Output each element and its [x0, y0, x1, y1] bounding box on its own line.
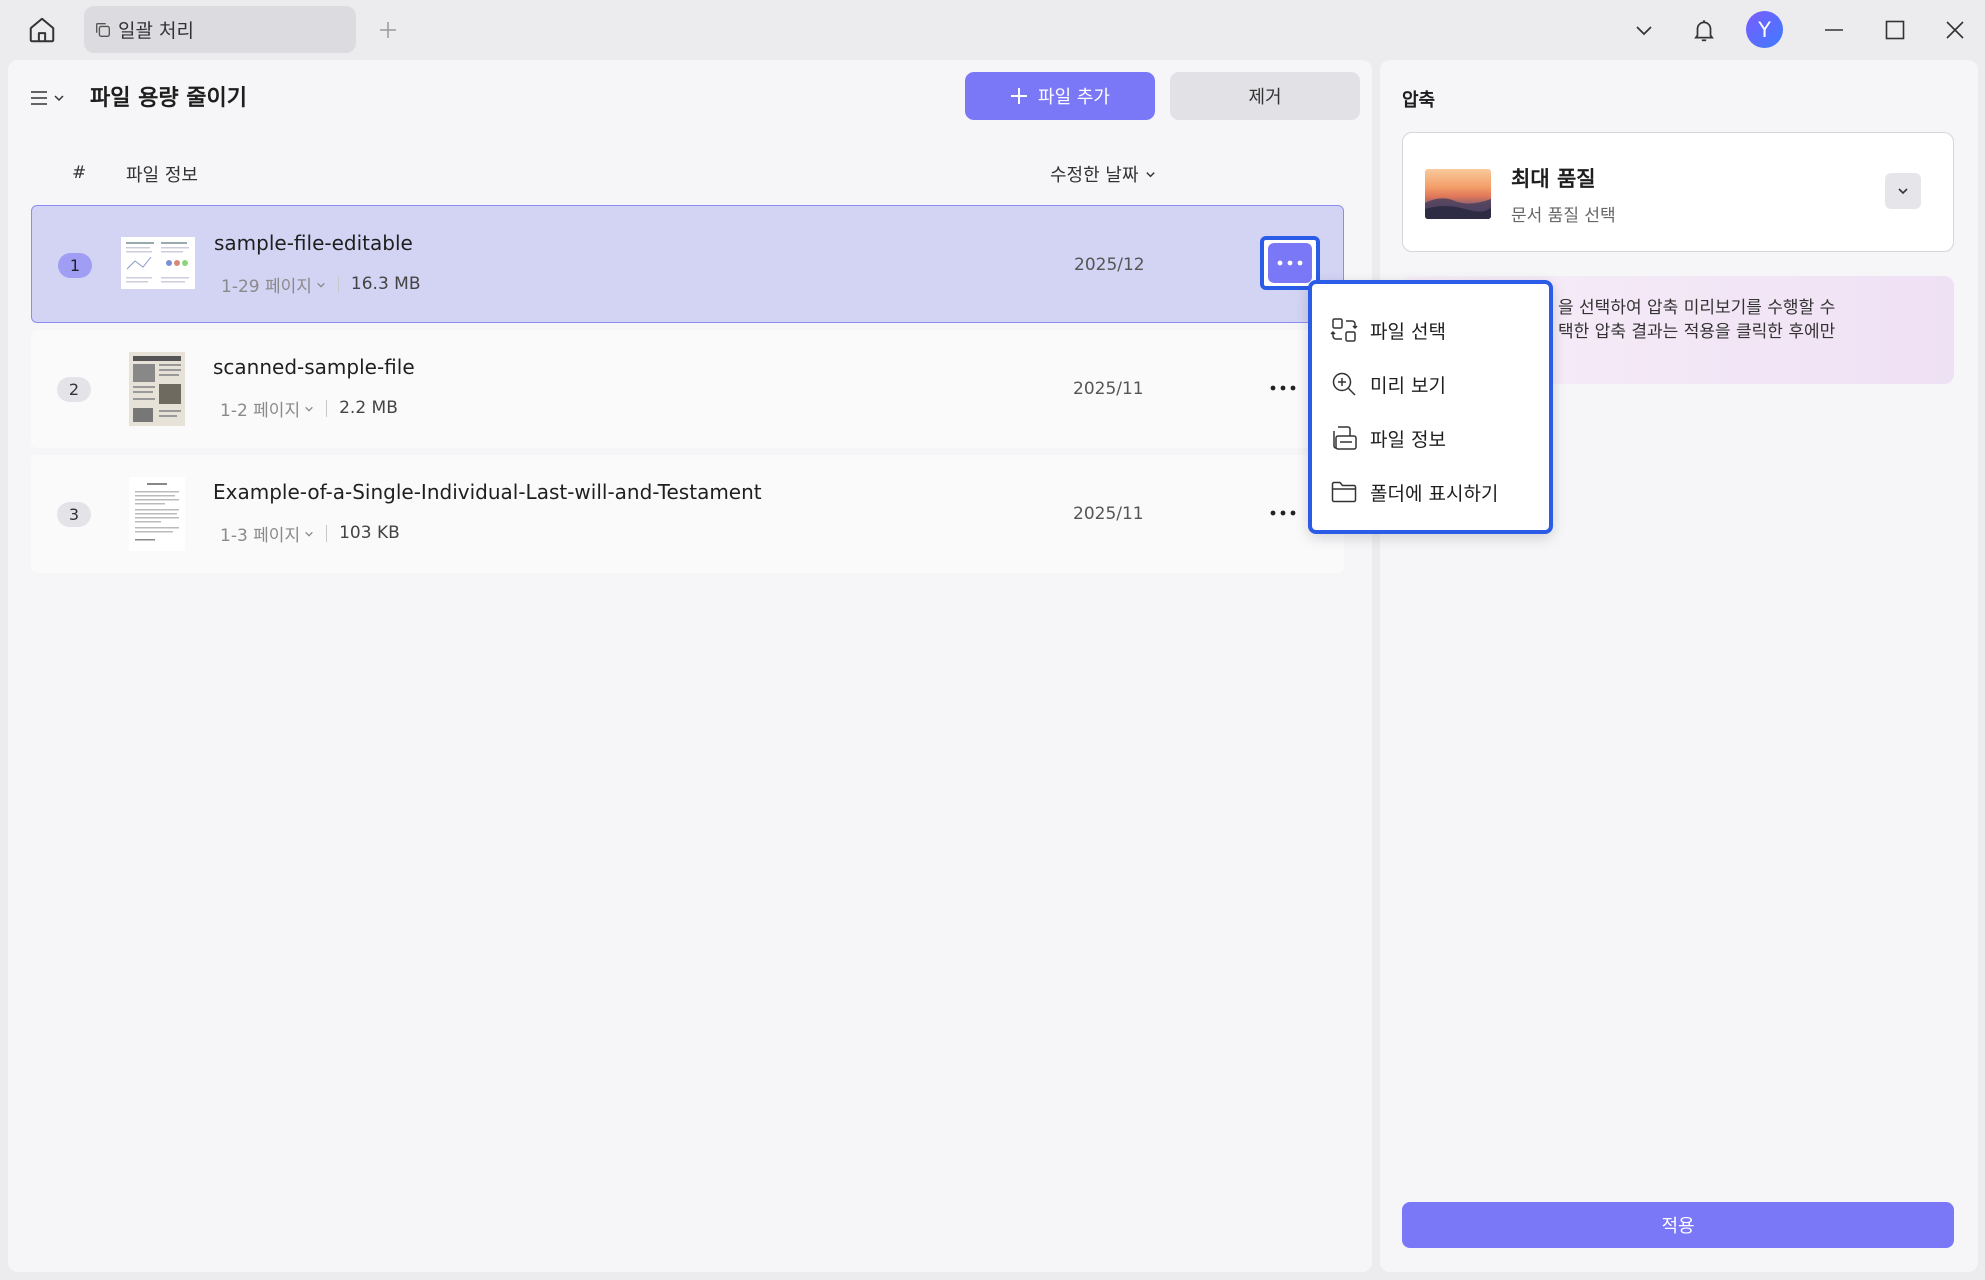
remove-button[interactable]: 제거: [1170, 72, 1360, 120]
file-meta: 1-2 페이지 2.2 MB: [220, 396, 398, 422]
tab-label: 일괄 처리: [118, 20, 194, 42]
more-options-button[interactable]: [1268, 501, 1298, 525]
plus-icon: [1011, 88, 1028, 104]
file-size: 16.3 MB: [337, 276, 421, 293]
menu-item-label: 폴더에 표시하기: [1370, 482, 1499, 505]
chevron-down-icon: [1145, 171, 1155, 177]
menu-item-select-file[interactable]: 파일 선택: [1330, 310, 1446, 350]
context-menu: 파일 선택 미리 보기 파일 정보 폴더에 표시하기: [1308, 280, 1553, 534]
page-range-selector[interactable]: 1-2 페이지: [220, 396, 314, 421]
table-row[interactable]: 3 Example-of-a-Single-Individual-Last-wi…: [31, 455, 1344, 573]
file-date: 2025/11: [1073, 379, 1144, 399]
row-number: 3: [57, 502, 91, 527]
file-meta: 1-29 페이지 16.3 MB: [221, 272, 421, 298]
add-file-button[interactable]: 파일 추가: [965, 72, 1155, 120]
file-info-icon: [1333, 426, 1357, 450]
file-meta: 1-3 페이지 103 KB: [220, 521, 400, 547]
copy-icon: [94, 21, 112, 39]
file-date: 2025/11: [1073, 504, 1144, 524]
compress-settings-panel: 압축 최대 품질 문서 품질 선택 을 선택하여 압축 미리보기를 수행할 수 …: [1380, 60, 1978, 1272]
file-size: 103 KB: [326, 525, 400, 542]
column-header-label: 수정한 날짜: [1050, 165, 1139, 186]
page-range-selector[interactable]: 1-3 페이지: [220, 521, 314, 546]
home-button[interactable]: [24, 12, 60, 48]
menu-item-label: 파일 선택: [1370, 320, 1446, 343]
chevron-down-icon: [1898, 188, 1908, 195]
menu-item-label: 미리 보기: [1370, 374, 1446, 397]
tabs-dropdown-button[interactable]: [1626, 12, 1662, 48]
quality-subtitle: 문서 품질 선택: [1511, 206, 1616, 226]
column-header-number: #: [72, 163, 87, 183]
minimize-icon: [1825, 29, 1843, 31]
quality-thumbnail: [1425, 169, 1491, 219]
menu-item-preview[interactable]: 미리 보기: [1330, 364, 1446, 404]
quality-dropdown-button[interactable]: [1885, 173, 1921, 209]
more-options-button[interactable]: [1268, 376, 1298, 400]
panel-title: 압축: [1402, 90, 1436, 111]
close-icon: [1946, 21, 1964, 39]
tab-batch-process[interactable]: 일괄 처리: [84, 6, 356, 53]
quality-selector[interactable]: 최대 품질 문서 품질 선택: [1402, 132, 1954, 252]
more-options-highlight: [1268, 243, 1312, 283]
chevron-down-icon: [305, 531, 313, 537]
hamburger-icon: [31, 91, 47, 105]
bell-icon: [1694, 20, 1714, 42]
maximize-icon: [1885, 20, 1905, 40]
more-icon: [1270, 510, 1296, 516]
file-thumbnail: [121, 237, 195, 289]
maximize-button[interactable]: [1877, 12, 1913, 48]
title-bar: 일괄 처리 Y: [0, 0, 1985, 60]
page-range: 1-3 페이지: [220, 526, 301, 546]
add-file-label: 파일 추가: [1038, 87, 1110, 108]
file-name: Example-of-a-Single-Individual-Last-will…: [213, 480, 762, 504]
file-name: sample-file-editable: [214, 231, 413, 255]
file-list-panel: 파일 용량 줄이기 파일 추가 제거 # 파일 정보 수정한 날짜 1 samp…: [8, 60, 1372, 1272]
file-date: 2025/12: [1074, 255, 1145, 275]
apply-button[interactable]: 적용: [1402, 1202, 1954, 1248]
more-icon: [1270, 385, 1296, 391]
menu-item-show-in-folder[interactable]: 폴더에 표시하기: [1330, 472, 1498, 512]
folder-icon: [1331, 481, 1357, 503]
quality-title: 최대 품질: [1511, 167, 1596, 191]
chevron-down-icon: [54, 95, 64, 102]
chevron-down-icon: [1636, 26, 1652, 36]
more-icon: [1277, 260, 1303, 266]
table-row[interactable]: 1 sample-file-editable 1-29 페이지 16.3 MB …: [31, 205, 1344, 323]
file-thumbnail: [129, 352, 185, 426]
plus-icon: [380, 22, 396, 38]
page-range-selector[interactable]: 1-29 페이지: [221, 272, 326, 297]
page-range: 1-2 페이지: [220, 401, 301, 421]
menu-toggle-button[interactable]: [30, 82, 74, 114]
page-title: 파일 용량 줄이기: [90, 86, 247, 111]
chevron-down-icon: [317, 282, 325, 288]
row-number: 1: [58, 253, 92, 278]
column-header-modified-date[interactable]: 수정한 날짜: [1050, 161, 1156, 187]
new-tab-button[interactable]: [372, 14, 404, 46]
menu-item-file-info[interactable]: 파일 정보: [1330, 418, 1446, 458]
home-icon: [29, 17, 55, 43]
zoom-in-icon: [1332, 372, 1356, 396]
table-row[interactable]: 2 scanned-sample-file 1-2 페이지 2.2 MB 202: [31, 330, 1344, 448]
close-button[interactable]: [1937, 12, 1973, 48]
user-avatar[interactable]: Y: [1746, 11, 1783, 48]
file-size: 2.2 MB: [326, 400, 398, 417]
file-name: scanned-sample-file: [213, 355, 415, 379]
swap-file-icon: [1330, 318, 1358, 342]
menu-item-label: 파일 정보: [1370, 428, 1446, 451]
chevron-down-icon: [305, 406, 313, 412]
file-thumbnail: [129, 477, 185, 551]
notification-button[interactable]: [1686, 12, 1722, 48]
page-range: 1-29 페이지: [221, 277, 312, 297]
minimize-button[interactable]: [1816, 12, 1852, 48]
row-number: 2: [57, 377, 91, 402]
column-header-file-info: 파일 정보: [126, 165, 198, 186]
